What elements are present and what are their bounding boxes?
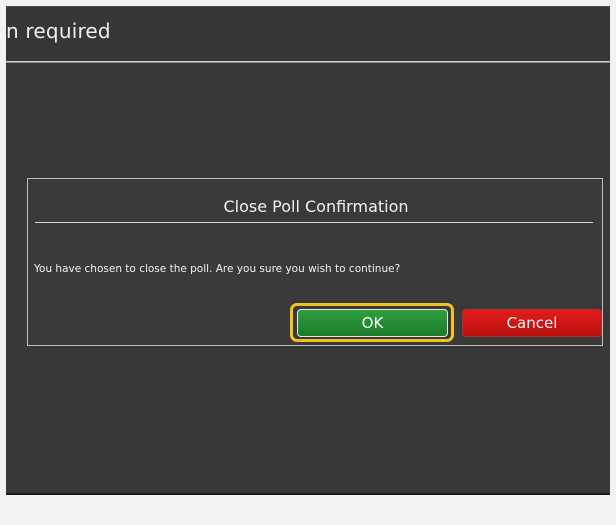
cancel-button[interactable]: Cancel bbox=[462, 309, 602, 337]
ok-button[interactable]: OK bbox=[297, 309, 448, 337]
close-poll-dialog: Close Poll Confirmation You have chosen … bbox=[27, 178, 603, 346]
app-window: n required Close Poll Confirmation You h… bbox=[6, 6, 610, 495]
window-titlebar: n required bbox=[6, 7, 610, 59]
dialog-title-divider bbox=[35, 222, 593, 223]
dialog-title: Close Poll Confirmation bbox=[223, 197, 409, 216]
window-title: n required bbox=[6, 19, 111, 43]
dialog-message: You have chosen to close the poll. Are y… bbox=[34, 263, 401, 275]
titlebar-divider bbox=[6, 61, 610, 63]
